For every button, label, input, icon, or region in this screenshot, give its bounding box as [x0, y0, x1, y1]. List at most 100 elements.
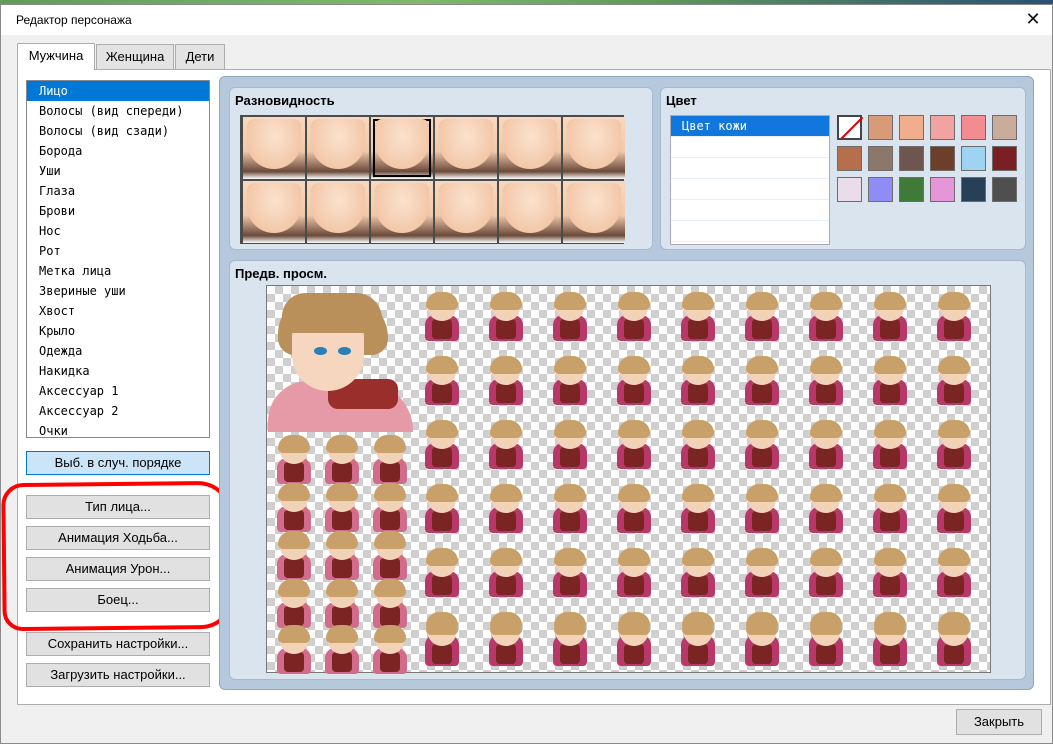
color-swatch[interactable]	[930, 177, 955, 202]
color-swatch[interactable]	[868, 115, 893, 140]
sprite-frame	[367, 434, 413, 486]
no-color-swatch[interactable]	[837, 115, 862, 140]
list-item[interactable]: Брови	[27, 201, 209, 221]
sprite-frame	[419, 547, 465, 599]
list-item[interactable]: Крыло	[27, 321, 209, 341]
parts-listbox[interactable]: Лицо Волосы (вид спереди) Волосы (вид сзад…	[26, 80, 210, 438]
list-item[interactable]: Хвост	[27, 301, 209, 321]
color-swatch[interactable]	[899, 115, 924, 140]
close-window-icon[interactable]: ✕	[1022, 8, 1044, 30]
sprite-frame	[803, 547, 849, 599]
tab-children[interactable]: Дети	[175, 44, 225, 69]
face-variant[interactable]	[435, 117, 497, 179]
list-item[interactable]: Метка лица	[27, 261, 209, 281]
preview-canvas	[266, 285, 991, 676]
face-variant[interactable]	[307, 181, 369, 243]
sprite-frame	[319, 434, 365, 486]
sprite-frame	[739, 547, 785, 599]
sprite-frame	[867, 355, 913, 407]
face-variant[interactable]	[371, 117, 433, 179]
sprite-frame	[867, 547, 913, 599]
tab-female[interactable]: Женщина	[96, 44, 174, 69]
color-listbox[interactable]: Цвет кожи	[670, 115, 830, 245]
list-item[interactable]: Глаза	[27, 181, 209, 201]
color-swatch[interactable]	[899, 146, 924, 171]
face-variant[interactable]	[243, 117, 305, 179]
sprite-frame	[547, 483, 593, 535]
face-variant[interactable]	[371, 181, 433, 243]
color-swatch[interactable]	[930, 146, 955, 171]
variety-title: Разновидность	[235, 93, 335, 108]
sprite-frame	[803, 355, 849, 407]
sprite-frame	[803, 419, 849, 471]
title-bar: Редактор персонажа ✕	[1, 5, 1052, 35]
color-swatch[interactable]	[837, 177, 862, 202]
sprite-frame	[319, 530, 365, 582]
color-swatch[interactable]	[992, 177, 1017, 202]
list-item[interactable]: Уши	[27, 161, 209, 181]
sprite-frame	[739, 291, 785, 343]
list-item[interactable]: Очки	[27, 421, 209, 437]
face-variant[interactable]	[307, 117, 369, 179]
sprite-frame	[675, 616, 721, 668]
sprite-frame	[319, 482, 365, 534]
sprite-frame	[271, 578, 317, 630]
color-swatch[interactable]	[961, 177, 986, 202]
random-button[interactable]: Выб. в случ. порядке	[26, 451, 210, 475]
preview-section: Предв. просм.	[229, 260, 1026, 680]
sprite-frame	[483, 547, 529, 599]
color-swatch[interactable]	[961, 146, 986, 171]
sprite-frame	[367, 624, 413, 676]
close-button[interactable]: Закрыть	[956, 709, 1042, 735]
sprite-frame	[271, 434, 317, 486]
color-swatch[interactable]	[992, 115, 1017, 140]
color-list-item[interactable]	[671, 137, 829, 158]
color-section: Цвет Цвет кожи	[660, 87, 1026, 250]
color-list-item[interactable]	[671, 200, 829, 221]
variety-section: Разновидность	[229, 87, 653, 250]
color-list-item[interactable]	[671, 158, 829, 179]
sprite-frame	[675, 291, 721, 343]
save-settings-button[interactable]: Сохранить настройки...	[26, 632, 210, 656]
sprite-frame	[367, 482, 413, 534]
list-item[interactable]: Борода	[27, 141, 209, 161]
list-item[interactable]: Аксессуар 2	[27, 401, 209, 421]
sprite-frame	[271, 624, 317, 676]
load-settings-button[interactable]: Загрузить настройки...	[26, 663, 210, 687]
list-item[interactable]: Аксессуар 1	[27, 381, 209, 401]
sprite-frame	[319, 624, 365, 676]
color-list-item[interactable]: Цвет кожи	[671, 116, 829, 137]
face-variant[interactable]	[563, 181, 625, 243]
preview-title: Предв. просм.	[235, 266, 328, 281]
sprite-frame	[739, 483, 785, 535]
list-item[interactable]: Волосы (вид спереди)	[27, 101, 209, 121]
face-variant[interactable]	[499, 181, 561, 243]
list-item[interactable]: Волосы (вид сзади)	[27, 121, 209, 141]
list-item[interactable]: Одежда	[27, 341, 209, 361]
tab-male[interactable]: Мужчина	[17, 43, 95, 70]
color-list-item[interactable]	[671, 179, 829, 200]
color-swatch[interactable]	[868, 146, 893, 171]
color-swatch[interactable]	[992, 146, 1017, 171]
face-variant[interactable]	[499, 117, 561, 179]
window-title: Редактор персонажа	[16, 13, 132, 27]
color-swatch[interactable]	[930, 115, 955, 140]
list-item[interactable]: Накидка	[27, 361, 209, 381]
list-item[interactable]: Звериные уши	[27, 281, 209, 301]
sprite-frame	[367, 530, 413, 582]
sprite-frame	[611, 547, 657, 599]
list-item[interactable]: Рот	[27, 241, 209, 261]
color-list-item[interactable]	[671, 221, 829, 242]
list-item[interactable]: Лицо	[27, 81, 209, 101]
color-swatch[interactable]	[899, 177, 924, 202]
list-item[interactable]: Нос	[27, 221, 209, 241]
face-variant[interactable]	[563, 117, 625, 179]
color-swatch[interactable]	[837, 146, 862, 171]
face-variant[interactable]	[435, 181, 497, 243]
color-swatch[interactable]	[961, 115, 986, 140]
sprite-frame	[803, 616, 849, 668]
variety-grid	[240, 115, 625, 244]
face-variant[interactable]	[243, 181, 305, 243]
sprite-frame	[931, 547, 977, 599]
color-swatch[interactable]	[868, 177, 893, 202]
